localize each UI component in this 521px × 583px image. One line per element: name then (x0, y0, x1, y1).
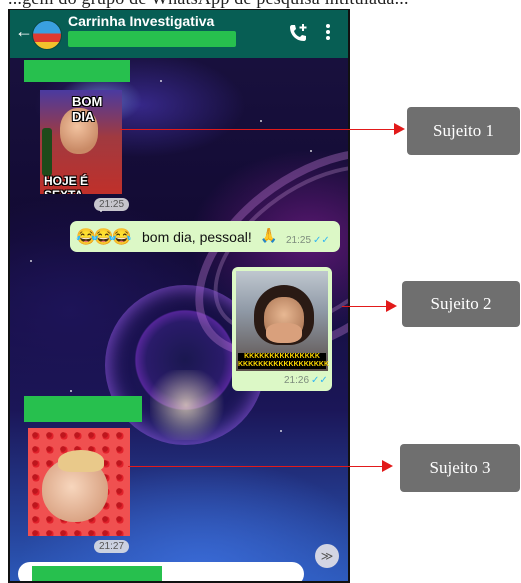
arrow-head-2 (386, 300, 397, 312)
callout-sujeito-1: Sujeito 1 (407, 107, 520, 155)
more-vert-icon[interactable] (325, 22, 331, 44)
read-ticks-icon: ✓✓ (313, 235, 330, 246)
message-time: 21:25 (94, 198, 130, 211)
redacted-sender-name (24, 396, 142, 422)
callout-sujeito-2: Sujeito 2 (402, 281, 520, 327)
arrow-head-1 (394, 123, 405, 135)
pray-emoji: 🙏 (260, 227, 278, 243)
cropped-caption: ...gem do grupo de WhatsApp de pesquisa … (0, 0, 521, 9)
sticker-message-3[interactable] (28, 428, 130, 536)
message-input[interactable] (18, 562, 304, 581)
sticker-message-2[interactable]: KKKKKKKKKKKKKKK KKKKKKKKKKKKKKKKKK 21:26… (232, 267, 332, 391)
callout-sujeito-3: Sujeito 3 (400, 444, 520, 492)
wallpaper-city-lights (150, 370, 240, 440)
sticker-bottom-text: HOJE É SEXTA (44, 174, 89, 194)
caption-text: ...gem do grupo de WhatsApp de pesquisa … (8, 0, 409, 9)
redacted-members-list (68, 31, 236, 47)
chat-header: ← Carrinha Investigativa (10, 10, 348, 58)
outgoing-text-message[interactable]: 😂😂😂 bom dia, pessoal! 🙏 21:25 ✓✓ (70, 221, 340, 252)
double-chevron-down-icon[interactable]: ≫ (315, 544, 339, 568)
beer-bottle (42, 128, 52, 176)
laughing-emojis: 😂😂😂 (76, 229, 132, 246)
message-time: 21:27 (94, 540, 130, 553)
read-ticks-icon: ✓✓ (311, 375, 328, 386)
sticker-caption: KKKKKKKKKKKKKKK KKKKKKKKKKKKKKKKKK (238, 353, 329, 369)
sticker-message-1[interactable]: BOM DIA HOJE É SEXTA (40, 90, 122, 194)
sticker-top-text: BOM DIA (72, 94, 103, 124)
whatsapp-screen: ← Carrinha Investigativa BOM DIA HOJE É … (8, 8, 350, 583)
message-text: bom dia, pessoal! (142, 229, 252, 245)
pointer-line-1 (120, 129, 397, 130)
hands-over-mouth (266, 323, 302, 343)
group-name[interactable]: Carrinha Investigativa (68, 13, 214, 29)
redacted-sender-name (24, 60, 130, 82)
message-time: 21:25 ✓✓ (286, 235, 330, 246)
pointer-line-3 (128, 466, 385, 467)
redacted-input-text (32, 566, 162, 581)
arrow-head-3 (382, 460, 393, 472)
add-call-icon[interactable] (288, 22, 308, 44)
group-avatar[interactable] (32, 20, 62, 50)
message-time: 21:26 ✓✓ (284, 375, 328, 386)
arrow-left-icon[interactable]: ← (15, 21, 33, 42)
pointer-line-2 (342, 306, 388, 307)
